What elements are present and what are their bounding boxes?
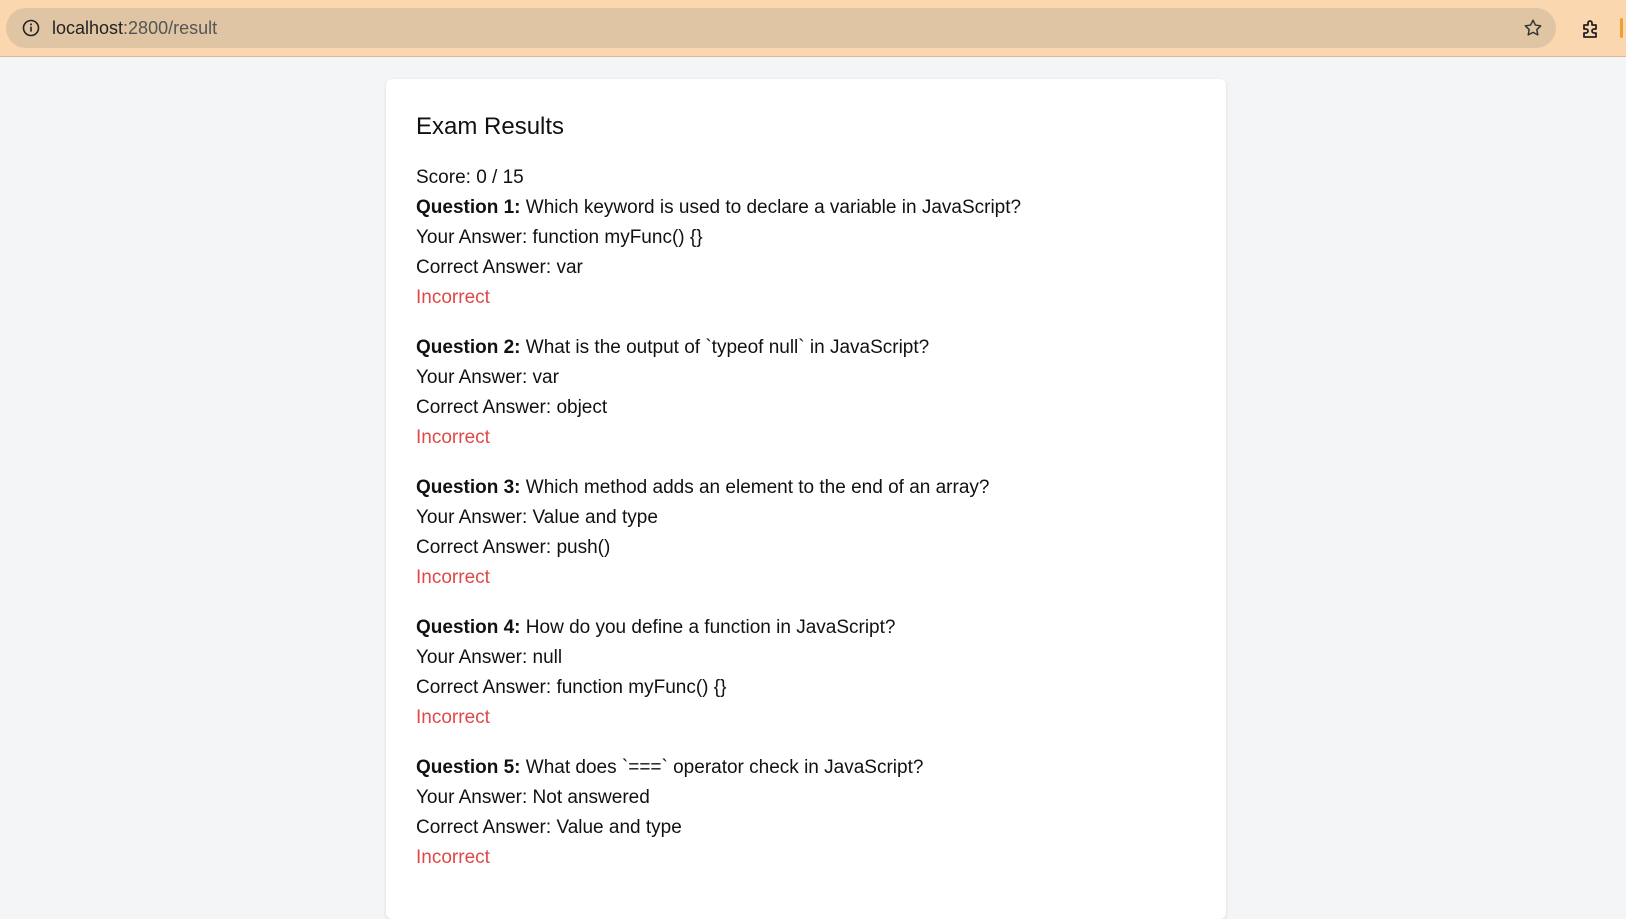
your-answer-label: Your Answer: xyxy=(416,367,533,388)
correct-answer-label: Correct Answer: xyxy=(416,257,557,278)
browser-toolbar: localhost:2800/result xyxy=(0,0,1626,57)
url-host: localhost xyxy=(52,18,124,38)
question-text: What does `===` operator check in JavaSc… xyxy=(520,757,924,778)
question-label: Question 5: xyxy=(416,757,521,778)
question-label: Question 1: xyxy=(416,197,521,218)
url-path: :2800/result xyxy=(123,18,218,38)
correct-answer-label: Correct Answer: xyxy=(416,677,557,698)
your-answer-label: Your Answer: xyxy=(416,647,533,668)
question-label: Question 2: xyxy=(416,337,521,358)
correct-answer-value: Value and type xyxy=(556,817,682,838)
question-result: Question 1: Which keyword is used to dec… xyxy=(416,193,1196,313)
correct-answer-label: Correct Answer: xyxy=(416,537,557,558)
your-answer-label: Your Answer: xyxy=(416,507,533,528)
status-incorrect: Incorrect xyxy=(416,287,490,308)
correct-answer-value: var xyxy=(556,257,583,278)
correct-answer-value: object xyxy=(556,397,608,418)
your-answer-label: Your Answer: xyxy=(416,227,533,248)
status-incorrect: Incorrect xyxy=(416,847,490,868)
question-label: Question 3: xyxy=(416,477,521,498)
question-text: How do you define a function in JavaScri… xyxy=(520,617,896,638)
your-answer-value: Not answered xyxy=(532,787,650,808)
extensions-puzzle-icon[interactable] xyxy=(1580,17,1604,41)
question-result: Question 2: What is the output of `typeo… xyxy=(416,333,1196,453)
question-result: Question 3: Which method adds an element… xyxy=(416,473,1196,593)
your-answer-value: function myFunc() {} xyxy=(532,227,703,248)
address-bar[interactable]: localhost:2800/result xyxy=(6,8,1556,48)
your-answer-value: null xyxy=(532,647,563,668)
correct-answer-value: push() xyxy=(556,537,611,558)
question-text: Which keyword is used to declare a varia… xyxy=(520,197,1022,218)
question-text: Which method adds an element to the end … xyxy=(520,477,990,498)
correct-answer-label: Correct Answer: xyxy=(416,397,557,418)
your-answer-label: Your Answer: xyxy=(416,787,533,808)
correct-answer-label: Correct Answer: xyxy=(416,817,557,838)
your-answer-value: var xyxy=(532,367,559,388)
page-title: Exam Results xyxy=(416,113,565,140)
status-incorrect: Incorrect xyxy=(416,707,490,728)
status-incorrect: Incorrect xyxy=(416,427,490,448)
info-icon[interactable] xyxy=(22,19,40,37)
url-text[interactable]: localhost:2800/result xyxy=(52,18,217,38)
question-text: What is the output of `typeof null` in J… xyxy=(520,337,930,358)
question-result: Question 5: What does `===` operator che… xyxy=(416,753,1196,873)
results-card: Exam Results Score: 0 / 15 Question 1: W… xyxy=(386,79,1226,919)
score-text: Score: 0 / 15 xyxy=(416,167,524,188)
bookmark-star-icon[interactable] xyxy=(1522,17,1544,39)
question-list: Question 1: Which keyword is used to dec… xyxy=(416,193,1196,873)
menu-edge-indicator xyxy=(1620,18,1623,38)
status-incorrect: Incorrect xyxy=(416,567,490,588)
question-label: Question 4: xyxy=(416,617,521,638)
correct-answer-value: function myFunc() {} xyxy=(556,677,727,698)
question-result: Question 4: How do you define a function… xyxy=(416,613,1196,733)
your-answer-value: Value and type xyxy=(532,507,658,528)
